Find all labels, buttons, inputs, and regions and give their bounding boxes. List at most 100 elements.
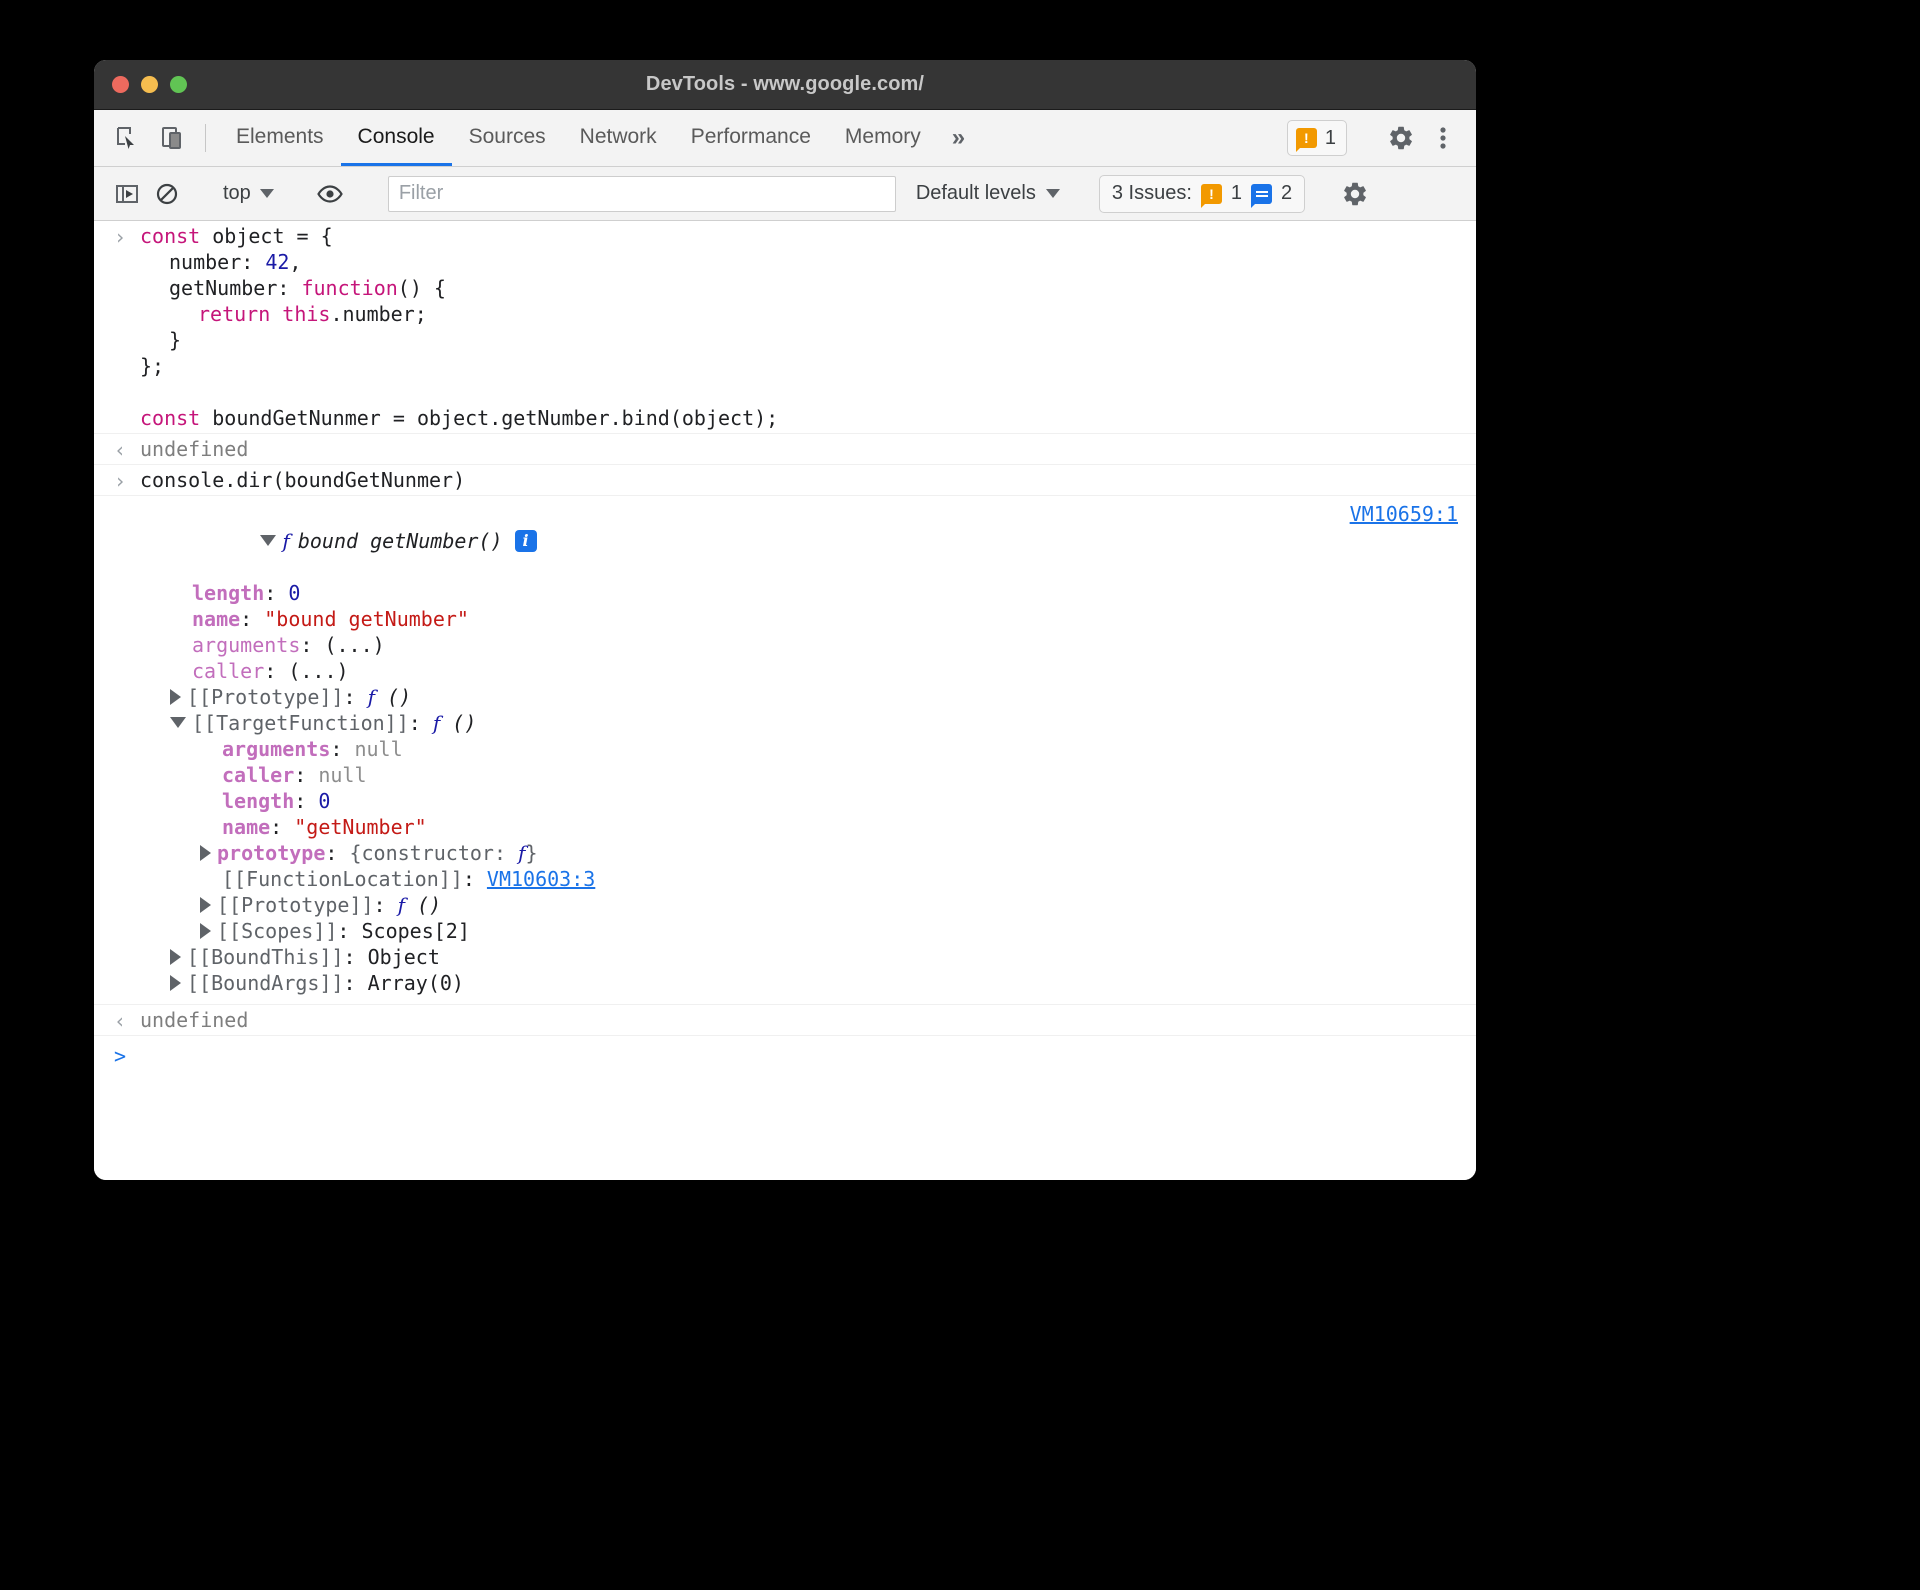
prompt-caret-icon: > — [113, 1044, 127, 1068]
property-separator: : — [325, 841, 350, 865]
expand-triangle-icon[interactable] — [200, 896, 211, 913]
console-result-message: ‹ undefined — [94, 1004, 1476, 1036]
gear-icon[interactable] — [1336, 175, 1374, 213]
property-separator: : — [294, 789, 319, 813]
console-prompt-input[interactable] — [94, 1044, 1476, 1070]
expand-triangle-icon[interactable] — [260, 535, 277, 546]
expand-triangle-icon[interactable] — [170, 948, 181, 965]
object-property-row[interactable]: [[BoundArgs]]: Array(0) — [94, 970, 1476, 996]
tab-network[interactable]: Network — [563, 110, 674, 166]
live-expression-icon[interactable] — [311, 175, 349, 213]
object-property-row[interactable]: [[Scopes]]: Scopes[2] — [94, 918, 1476, 944]
console-prompt[interactable]: > — [94, 1036, 1476, 1078]
maximize-button[interactable] — [170, 76, 187, 93]
object-property-row[interactable]: prototype: {constructor: f} — [94, 840, 1476, 866]
property-key: prototype — [217, 841, 326, 865]
tab-sources[interactable]: Sources — [452, 110, 563, 166]
console-result-message: ‹ undefined — [94, 434, 1476, 465]
filter-placeholder: Filter — [398, 182, 444, 204]
traffic-light-buttons[interactable] — [94, 76, 187, 93]
console-input-message[interactable]: › const object = {number: 42, getNumber: … — [94, 221, 1476, 434]
property-separator: : — [373, 893, 398, 917]
object-property-row: name: "bound getNumber" — [94, 606, 1476, 632]
console-object-output[interactable]: VM10659:1 f bound getNumber() i length: 0… — [94, 496, 1476, 998]
window-title: DevTools - www.google.com/ — [645, 73, 925, 95]
warning-icon: ! — [1200, 183, 1222, 208]
property-separator: : — [343, 945, 368, 969]
chevron-down-icon — [259, 189, 274, 198]
object-property-row[interactable]: [[Prototype]]: f () — [94, 684, 1476, 710]
issues-button[interactable]: 3 Issues: ! 1 2 — [1098, 174, 1306, 213]
chevron-down-icon — [1045, 189, 1060, 198]
info-badge-icon[interactable]: i — [514, 529, 537, 552]
info-icon — [1251, 183, 1273, 208]
property-separator: : — [294, 763, 319, 787]
code-line: } — [140, 327, 1460, 353]
object-property-row[interactable]: [[Prototype]]: f () — [94, 892, 1476, 918]
tab-memory[interactable]: Memory — [828, 110, 938, 166]
clear-console-icon[interactable] — [148, 175, 186, 213]
property-key: [[Prototype]] — [187, 685, 344, 709]
devtools-tabbar: Elements Console Sources Network Perform… — [94, 110, 1476, 167]
property-separator: : — [408, 711, 433, 735]
object-property-row[interactable]: [[TargetFunction]]: f () — [94, 710, 1476, 736]
window-titlebar: DevTools - www.google.com/ — [94, 60, 1476, 110]
object-header-row[interactable]: f bound getNumber() i — [94, 498, 1476, 580]
expand-triangle-icon[interactable] — [200, 844, 211, 861]
object-property-row: name: "getNumber" — [94, 814, 1476, 840]
console-input-message[interactable]: › console.dir(boundGetNunmer) — [94, 465, 1476, 496]
output-caret-icon: ‹ — [113, 438, 127, 462]
warning-count: 1 — [1324, 126, 1336, 149]
property-key: [[TargetFunction]] — [192, 711, 409, 735]
more-tabs-icon[interactable]: » — [938, 110, 979, 166]
property-value: (...) — [324, 633, 385, 657]
issues-label: 3 Issues: — [1111, 182, 1192, 204]
code-token: number: — [169, 250, 266, 274]
expand-triangle-icon[interactable] — [170, 688, 181, 705]
tab-console[interactable]: Console — [340, 110, 452, 166]
expand-triangle-icon[interactable] — [200, 922, 211, 939]
property-separator: : — [337, 919, 362, 943]
property-key: caller — [192, 659, 265, 683]
tab-elements[interactable]: Elements — [219, 110, 341, 166]
property-value-end: } — [525, 841, 538, 865]
code-token: .number; — [330, 302, 427, 326]
object-property-row[interactable]: [[BoundThis]]: Object — [94, 944, 1476, 970]
close-button[interactable] — [112, 76, 129, 93]
property-value: Scopes[2] — [361, 919, 470, 943]
log-levels-selector[interactable]: Default levels — [908, 182, 1068, 205]
source-link[interactable]: VM10659:1 — [1350, 502, 1458, 526]
property-separator: : — [330, 737, 355, 761]
tab-performance[interactable]: Performance — [674, 110, 828, 166]
property-key: caller — [222, 763, 295, 787]
property-key: arguments — [192, 633, 301, 657]
minimize-button[interactable] — [141, 76, 158, 93]
expand-triangle-icon[interactable] — [170, 974, 181, 991]
execution-context-selector[interactable]: top — [217, 182, 280, 205]
property-key: name — [222, 815, 271, 839]
code-token: , — [289, 250, 302, 274]
issues-info-count: 2 — [1281, 182, 1293, 204]
function-location-link[interactable]: VM10603:3 — [487, 867, 595, 891]
console-messages[interactable]: › const object = {number: 42, getNumber: … — [94, 221, 1476, 1180]
gear-icon[interactable] — [1382, 119, 1420, 157]
code-line: const boundGetNunmer = object.getNumber.… — [140, 405, 1460, 431]
collapse-triangle-icon[interactable] — [170, 717, 186, 728]
inspect-element-icon[interactable] — [108, 119, 146, 157]
code-token: function — [301, 276, 398, 300]
filter-input[interactable]: Filter — [387, 175, 896, 212]
code-line: }; — [140, 353, 1460, 379]
console-sidebar-icon[interactable] — [108, 175, 146, 213]
device-toolbar-icon[interactable] — [154, 119, 192, 157]
property-value: 0 — [288, 581, 301, 605]
warning-count-pill[interactable]: ! 1 — [1286, 120, 1347, 156]
property-key: name — [192, 607, 241, 631]
property-separator: : — [264, 659, 289, 683]
source-link-text[interactable]: VM10659:1 — [1350, 502, 1458, 526]
code-token: } — [169, 328, 182, 352]
desktop-background: DevTools - www.google.com/ Elements Cons… — [0, 0, 1920, 1590]
kebab-menu-icon[interactable] — [1424, 119, 1462, 157]
object-property-row: length: 0 — [94, 580, 1476, 606]
result-value: undefined — [140, 437, 249, 461]
